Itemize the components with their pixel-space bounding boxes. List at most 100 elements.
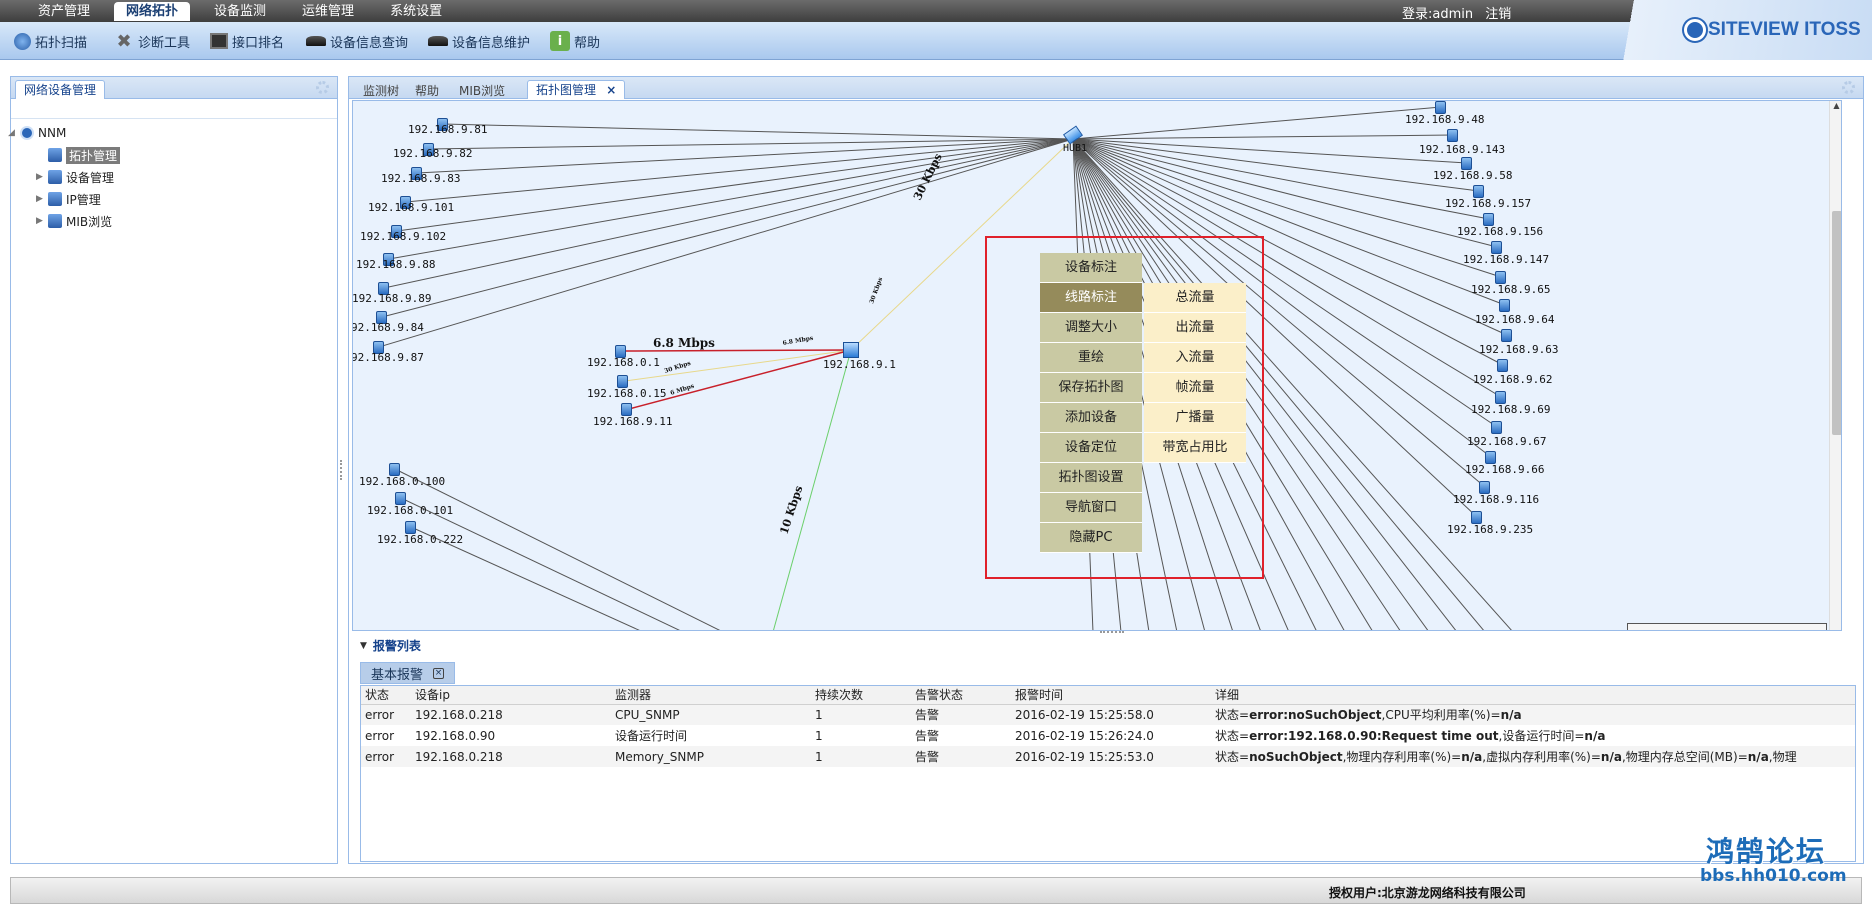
link-left-8[interactable] bbox=[378, 138, 1074, 348]
node-mid-1[interactable]: 192.168.0.15 bbox=[587, 387, 666, 400]
content-tab-1[interactable]: 帮助 bbox=[415, 82, 439, 99]
alarm-row[interactable]: error 192.168.0.218 CPU_SNMP 1 告警 2016-02-19 … bbox=[361, 704, 1855, 725]
scroll-thumb[interactable] bbox=[1832, 211, 1841, 435]
node-left-2[interactable]: 192.168.9.83 bbox=[381, 172, 460, 185]
context-menu-item-6[interactable]: 设备定位 bbox=[1040, 433, 1142, 463]
expand-arrow-icon[interactable]: ▶ bbox=[36, 194, 48, 204]
link-core-bottom[interactable] bbox=[773, 349, 852, 631]
node-right-11[interactable]: 192.168.9.67 bbox=[1467, 435, 1546, 448]
node-right-1[interactable]: 192.168.9.143 bbox=[1419, 143, 1505, 156]
link-left-6[interactable] bbox=[383, 138, 1074, 289]
context-menu-item-0[interactable]: 设备标注 bbox=[1040, 253, 1142, 283]
toolbar-button-0[interactable]: 拓扑扫描 bbox=[14, 30, 87, 52]
switch-icon[interactable] bbox=[843, 342, 859, 358]
splitter-handle[interactable] bbox=[340, 460, 346, 480]
node-mid-2[interactable]: 192.168.9.11 bbox=[593, 415, 672, 428]
nav-tab-4[interactable]: 系统设置 bbox=[378, 2, 454, 21]
node-left-1[interactable]: 192.168.9.82 bbox=[393, 147, 472, 160]
node-right-6[interactable]: 192.168.9.65 bbox=[1471, 283, 1550, 296]
node-right-9[interactable]: 192.168.9.62 bbox=[1473, 373, 1552, 386]
tree-root[interactable]: ◢ NNM bbox=[8, 124, 66, 142]
content-tab-3[interactable]: 拓扑图管理 × bbox=[527, 80, 626, 99]
submenu-item-5[interactable]: 带宽占用比 bbox=[1144, 433, 1246, 463]
nav-tab-3[interactable]: 运维管理 bbox=[290, 2, 366, 21]
submenu-item-1[interactable]: 出流量 bbox=[1144, 313, 1246, 343]
link-left-4[interactable] bbox=[396, 138, 1074, 232]
context-menu-item-1[interactable]: 线路标注 bbox=[1040, 283, 1142, 313]
alarm-column-header[interactable]: 监测器 bbox=[611, 686, 811, 704]
node-right-13[interactable]: 192.168.9.116 bbox=[1453, 493, 1539, 506]
logout-link[interactable]: 注销 bbox=[1485, 7, 1511, 22]
link-core-0-1[interactable] bbox=[622, 349, 852, 352]
toolbar-button-1[interactable]: ✖ 诊断工具 bbox=[114, 30, 190, 52]
pc-node-icon[interactable] bbox=[1499, 299, 1510, 312]
nav-tab-0[interactable]: 资产管理 bbox=[26, 2, 102, 21]
link-left-3[interactable] bbox=[405, 138, 1074, 203]
nav-tab-1[interactable]: 网络拓扑 bbox=[114, 2, 191, 21]
gear-icon[interactable] bbox=[316, 81, 329, 94]
collapse-triangle-icon[interactable]: ◢ bbox=[8, 128, 20, 138]
node-right-5[interactable]: 192.168.9.147 bbox=[1463, 253, 1549, 266]
alarm-row[interactable]: error 192.168.0.90 设备运行时间 1 告警 2016-02-19 15:… bbox=[361, 725, 1855, 746]
alarm-tab[interactable]: 基本报警 × bbox=[360, 662, 456, 684]
node-right-7[interactable]: 192.168.9.64 bbox=[1475, 313, 1554, 326]
close-tab-icon[interactable]: × bbox=[602, 83, 616, 97]
node-left-8[interactable]: 92.168.9.87 bbox=[353, 351, 424, 364]
tree-item-3[interactable]: ▶ MIB浏览 bbox=[36, 212, 112, 230]
tree-item-1[interactable]: ▶ 设备管理 bbox=[36, 168, 114, 186]
alarm-column-header[interactable]: 持续次数 bbox=[811, 686, 911, 704]
alarm-row[interactable]: error 192.168.0.218 Memory_SNMP 1 告警 2016-02-… bbox=[361, 746, 1855, 767]
link-left-0[interactable] bbox=[442, 123, 1074, 140]
left-panel-title[interactable]: 网络设备管理 bbox=[15, 80, 106, 99]
node-left-7[interactable]: 92.168.9.84 bbox=[353, 321, 424, 334]
pc-node-icon[interactable] bbox=[1497, 359, 1508, 372]
node-right-0[interactable]: 192.168.9.48 bbox=[1405, 113, 1484, 126]
node-bottom-0[interactable]: 192.168.0.100 bbox=[359, 475, 445, 488]
alarm-column-header[interactable]: 报警时间 bbox=[1011, 686, 1211, 704]
content-tab-2[interactable]: MIB浏览 bbox=[459, 82, 505, 99]
node-right-8[interactable]: 192.168.9.63 bbox=[1479, 343, 1558, 356]
node-left-0[interactable]: 192.168.9.81 bbox=[408, 123, 487, 136]
content-tab-0[interactable]: 监测树 bbox=[363, 82, 399, 99]
node-mid-0[interactable]: 192.168.0.1 bbox=[587, 356, 660, 369]
hub-label[interactable]: HUB1 bbox=[1063, 143, 1087, 154]
node-right-2[interactable]: 192.168.9.58 bbox=[1433, 169, 1512, 182]
alarm-column-header[interactable]: 详细 bbox=[1211, 686, 1855, 704]
collapse-arrow-icon[interactable]: ▼ bbox=[360, 641, 367, 651]
expand-arrow-icon[interactable]: ▶ bbox=[36, 216, 48, 226]
context-menu-item-8[interactable]: 导航窗口 bbox=[1040, 493, 1142, 523]
link-bottom-0[interactable] bbox=[394, 468, 723, 631]
submenu-item-2[interactable]: 入流量 bbox=[1144, 343, 1246, 373]
submenu-item-3[interactable]: 帧流量 bbox=[1144, 373, 1246, 403]
link-left-7[interactable] bbox=[381, 138, 1074, 318]
link-bottom-1[interactable] bbox=[400, 497, 683, 631]
context-menu-item-3[interactable]: 重绘 bbox=[1040, 343, 1142, 373]
close-tab-icon[interactable]: × bbox=[433, 667, 445, 679]
tree-item-2[interactable]: ▶ IP管理 bbox=[36, 190, 101, 208]
node-bottom-2[interactable]: 192.168.0.222 bbox=[377, 533, 463, 546]
context-menu-item-9[interactable]: 隐藏PC bbox=[1040, 523, 1142, 553]
context-menu-item-4[interactable]: 保存拓扑图 bbox=[1040, 373, 1142, 403]
core-switch-label[interactable]: 192.168.9.1 bbox=[823, 358, 896, 371]
node-right-4[interactable]: 192.168.9.156 bbox=[1457, 225, 1543, 238]
link-right-2[interactable] bbox=[1072, 138, 1468, 164]
node-left-3[interactable]: 192.168.9.101 bbox=[368, 201, 454, 214]
submenu-item-0[interactable]: 总流量 bbox=[1144, 283, 1246, 313]
nav-tab-2[interactable]: 设备监测 bbox=[202, 2, 278, 21]
pc-node-icon[interactable] bbox=[1501, 329, 1512, 342]
context-menu-item-2[interactable]: 调整大小 bbox=[1040, 313, 1142, 343]
vertical-scrollbar[interactable]: ▲ bbox=[1829, 101, 1841, 630]
alarm-section-header[interactable]: ▼ 报警列表 bbox=[360, 637, 421, 654]
alarm-column-header[interactable]: 设备ip bbox=[411, 686, 611, 704]
toolbar-button-4[interactable]: 设备信息维护 bbox=[428, 30, 530, 52]
link-right-1[interactable] bbox=[1072, 134, 1454, 140]
alarm-column-header[interactable]: 状态 bbox=[361, 686, 411, 704]
context-menu-item-5[interactable]: 添加设备 bbox=[1040, 403, 1142, 433]
node-right-10[interactable]: 192.168.9.69 bbox=[1471, 403, 1550, 416]
alarm-column-header[interactable]: 告警状态 bbox=[911, 686, 1011, 704]
context-menu-item-7[interactable]: 拓扑图设置 bbox=[1040, 463, 1142, 493]
pc-node-icon[interactable] bbox=[1491, 421, 1502, 434]
tree-item-0[interactable]: 拓扑管理 bbox=[36, 146, 121, 164]
toolbar-button-3[interactable]: 设备信息查询 bbox=[306, 30, 408, 52]
toolbar-button-5[interactable]: i 帮助 bbox=[550, 30, 600, 52]
